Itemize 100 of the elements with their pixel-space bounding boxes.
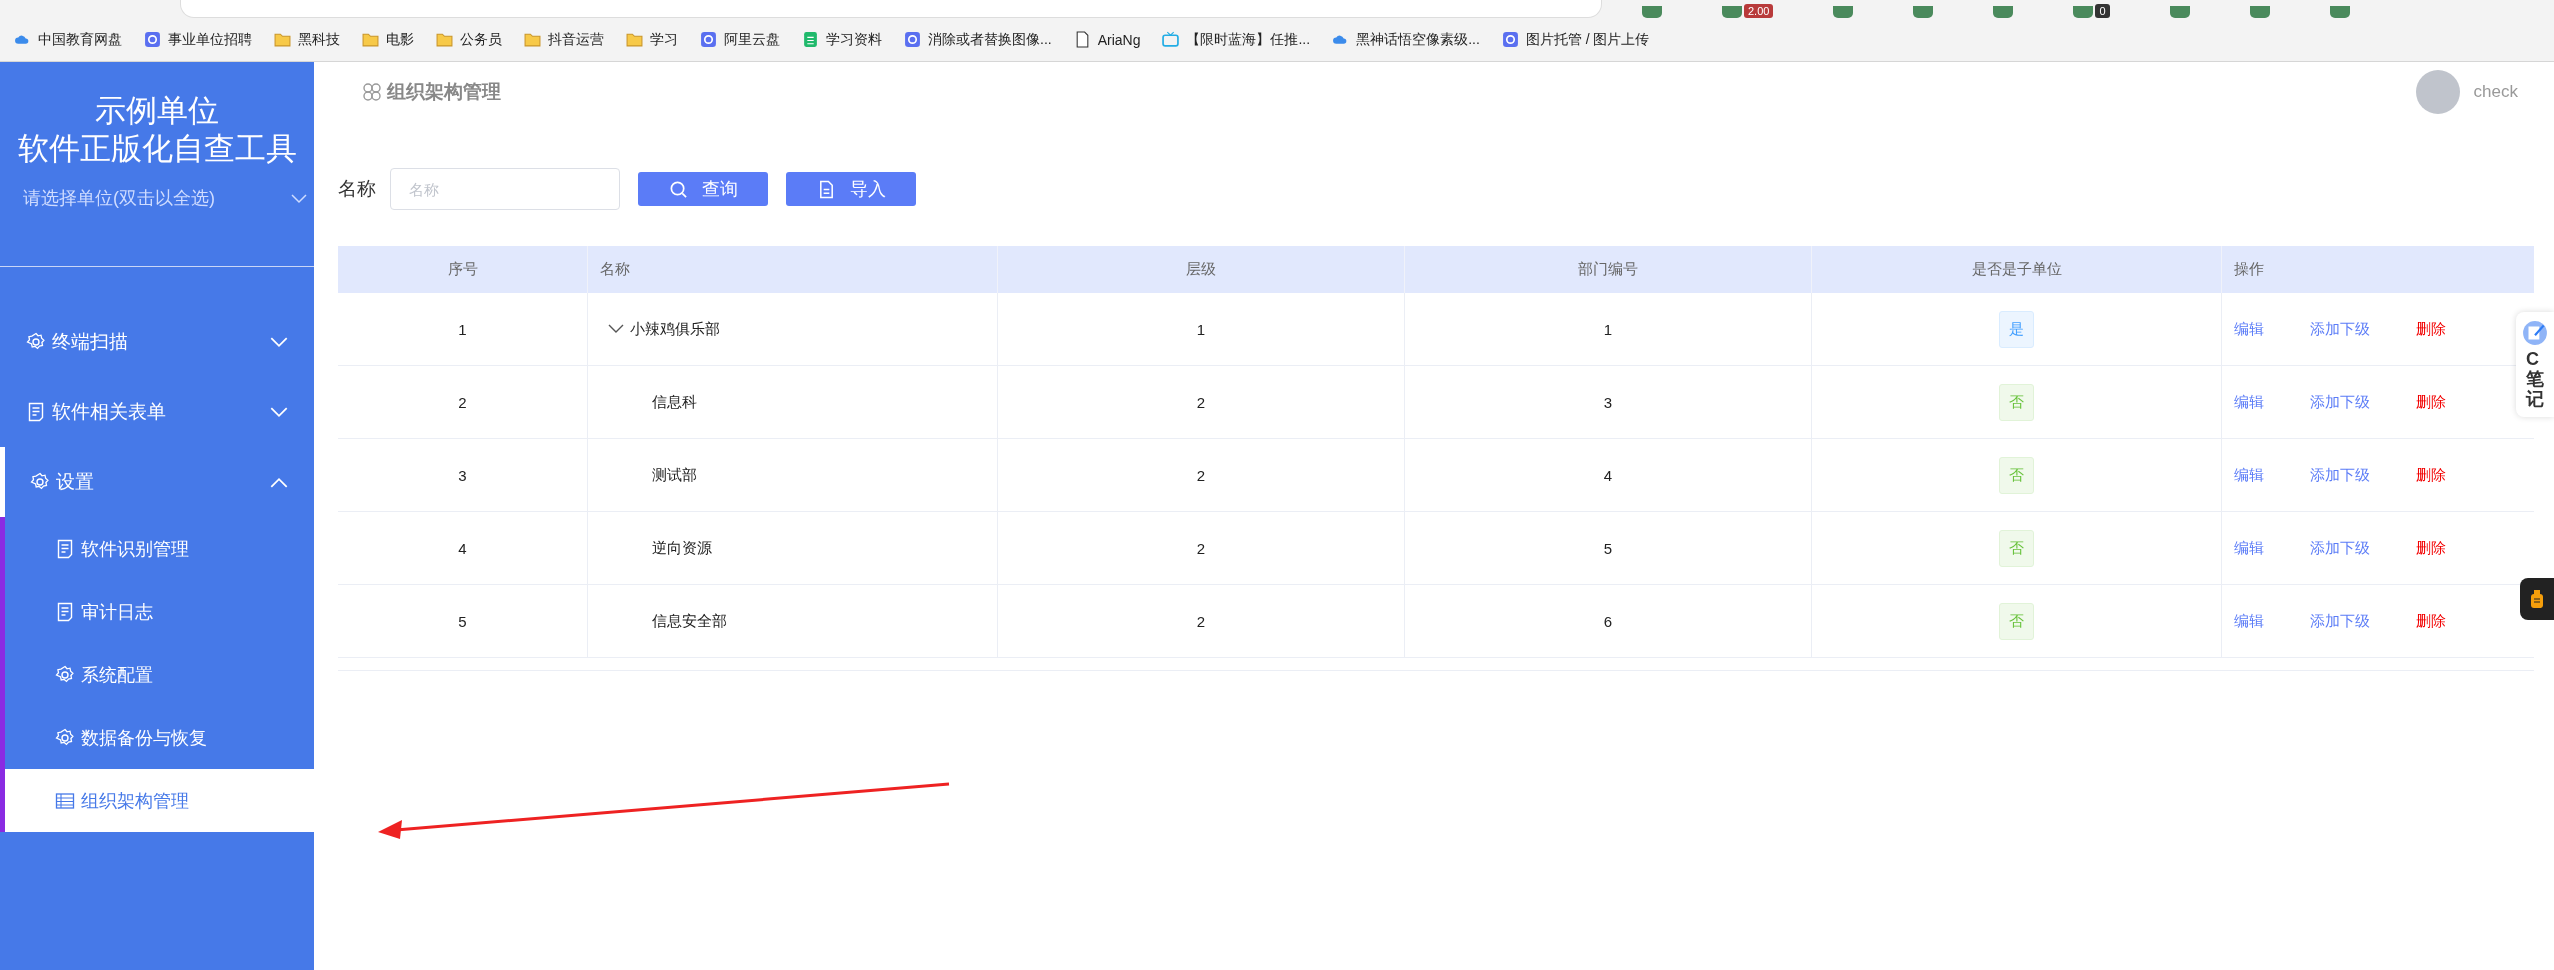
tv-icon — [1162, 31, 1180, 48]
search-button[interactable]: 查询 — [638, 172, 768, 206]
table-cell: 6 — [1603, 612, 1613, 630]
delete-link[interactable]: 删除 — [2416, 319, 2446, 339]
table-icon — [55, 790, 75, 811]
bookmark[interactable]: 阿里云盘 — [700, 30, 780, 49]
search-icon — [668, 179, 688, 199]
menu-item[interactable]: 终端扫描 — [0, 307, 314, 377]
bookmark[interactable]: 图片托管 / 图片上传 — [1501, 30, 1650, 49]
breadcrumb: 组织架构管理 — [387, 80, 501, 104]
bookmark[interactable]: 中国教育网盘 — [14, 30, 122, 49]
site-icon — [144, 31, 161, 48]
edit-link[interactable]: 编辑 — [2234, 538, 2264, 558]
folder-icon — [274, 31, 291, 48]
name-input-field[interactable]: 名称 — [390, 168, 620, 210]
status-tag: 是 — [1999, 310, 2034, 348]
org-name: 示例单位 — [95, 92, 219, 130]
document-icon — [55, 538, 75, 559]
add-child-link[interactable]: 添加下级 — [2310, 611, 2370, 631]
extension-icon[interactable] — [1642, 6, 1662, 18]
gear-icon — [26, 332, 46, 352]
extension-icon[interactable] — [1833, 6, 1854, 18]
extension-badge: 0 — [2095, 4, 2110, 18]
bookmark[interactable]: AriaNg — [1073, 31, 1141, 48]
delete-link[interactable]: 删除 — [2416, 392, 2446, 412]
submenu-item[interactable]: 系统配置 — [5, 643, 314, 706]
edit-link[interactable]: 编辑 — [2234, 465, 2264, 485]
table-cell: 2 — [458, 393, 467, 411]
chevron-down-icon[interactable] — [608, 324, 624, 334]
chevron-down-icon — [291, 193, 307, 204]
bookmark[interactable]: 【限时蓝海】任推... — [1162, 30, 1311, 49]
add-child-link[interactable]: 添加下级 — [2310, 319, 2370, 339]
add-child-link[interactable]: 添加下级 — [2310, 392, 2370, 412]
submenu-item[interactable]: 组织架构管理 — [5, 769, 314, 832]
edit-link[interactable]: 编辑 — [2234, 392, 2264, 412]
notes-widget[interactable]: C笔记 — [2516, 312, 2554, 418]
extension-icon[interactable] — [1993, 6, 2014, 18]
table-cell: 1 — [1603, 320, 1613, 338]
table-cell: 2 — [1196, 539, 1206, 557]
extension-icon[interactable] — [2169, 6, 2190, 18]
gear-icon — [55, 664, 75, 685]
menu-item[interactable]: 软件相关表单 — [0, 377, 314, 447]
site-icon — [1501, 31, 1519, 48]
table-cell: 4 — [1603, 466, 1613, 484]
status-tag: 否 — [1999, 602, 2034, 640]
table-cell: 5 — [458, 612, 467, 630]
delete-link[interactable]: 删除 — [2416, 465, 2446, 485]
table-cell: 信息科 — [652, 392, 697, 412]
status-tag: 否 — [1999, 456, 2034, 494]
folder-icon — [626, 31, 643, 48]
bookmark[interactable]: 抖音运营 — [524, 30, 604, 49]
unit-select[interactable]: 请选择单位(双击以全选) — [7, 184, 307, 213]
submenu-item[interactable]: 审计日志 — [5, 580, 314, 643]
submenu-item[interactable]: 数据备份与恢复 — [5, 706, 314, 769]
bookmark[interactable]: 黑神话悟空像素级... — [1332, 30, 1480, 49]
table-cell: 2 — [1196, 393, 1206, 411]
add-child-link[interactable]: 添加下级 — [2310, 465, 2370, 485]
bookmark[interactable]: 公务员 — [436, 30, 502, 49]
edit-link[interactable]: 编辑 — [2234, 319, 2264, 339]
table-cell: 逆向资源 — [652, 538, 712, 558]
folder-icon — [524, 31, 541, 48]
document-icon — [55, 601, 75, 622]
site-icon — [904, 31, 921, 48]
column-header: 层级 — [998, 246, 1405, 293]
document-icon — [26, 402, 46, 422]
table-cell: 2 — [1196, 466, 1206, 484]
table-cell: 3 — [458, 466, 467, 484]
bookmark[interactable]: 黑科技 — [274, 30, 340, 49]
bookmark[interactable]: 学习 — [626, 30, 678, 49]
table-cell: 信息安全部 — [652, 611, 727, 631]
column-header: 操作 — [2233, 259, 2265, 279]
bookmark[interactable]: 电影 — [362, 30, 414, 49]
delete-link[interactable]: 删除 — [2416, 538, 2446, 558]
table-cell: 4 — [458, 539, 467, 557]
chevron-down-icon — [270, 406, 288, 418]
bookmark[interactable]: 消除或者替换图像... — [904, 30, 1052, 49]
extension-icon[interactable] — [2249, 6, 2270, 18]
status-tag: 否 — [1999, 383, 2034, 421]
extension-icon[interactable] — [1913, 6, 1934, 18]
add-child-link[interactable]: 添加下级 — [2310, 538, 2370, 558]
submenu-item[interactable]: 软件识别管理 — [5, 517, 314, 580]
edit-link[interactable]: 编辑 — [2234, 611, 2264, 631]
column-header: 是否是子单位 — [1812, 246, 2222, 293]
bookmark[interactable]: 学习资料 — [802, 30, 882, 49]
bookmark[interactable]: 事业单位招聘 — [144, 30, 252, 49]
table-cell: 1 — [1196, 320, 1206, 338]
gear-icon — [30, 472, 50, 492]
menu-item[interactable]: 设置 — [0, 447, 314, 517]
extension-icon[interactable] — [1722, 6, 1742, 18]
plugin-button[interactable] — [2520, 578, 2554, 620]
user-name[interactable]: check — [2473, 82, 2518, 102]
chevron-down-icon — [270, 336, 288, 348]
table-cell: 2 — [1196, 612, 1206, 630]
extension-icon[interactable] — [2073, 6, 2094, 18]
delete-link[interactable]: 删除 — [2416, 611, 2446, 631]
clover-icon — [362, 82, 382, 102]
import-button[interactable]: 导入 — [786, 172, 916, 206]
extension-icon[interactable] — [2329, 6, 2350, 18]
sheet-icon — [802, 31, 819, 48]
table-cell: 测试部 — [652, 465, 697, 485]
